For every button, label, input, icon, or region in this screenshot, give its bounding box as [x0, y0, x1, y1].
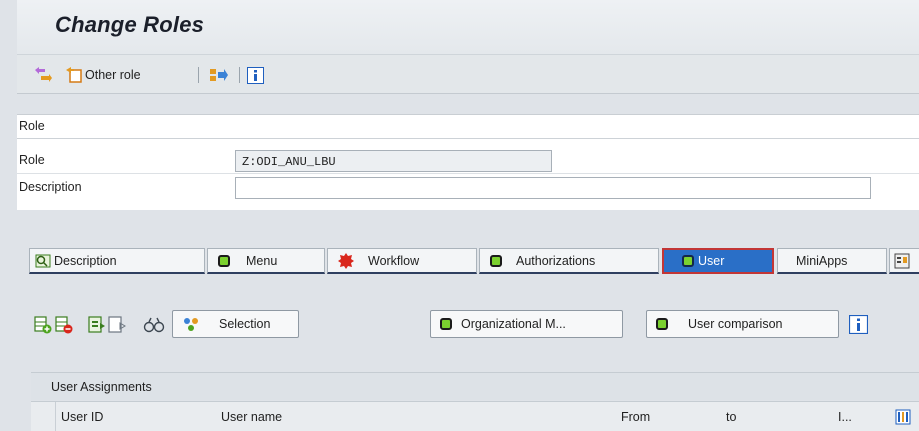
tab-miniapps-label: MiniApps	[796, 253, 848, 268]
info-icon	[247, 66, 264, 84]
role-row: Role Z:ODI_ANU_LBU	[17, 148, 919, 174]
description-icon	[35, 254, 51, 267]
organizational-management-label: Organizational M...	[461, 317, 566, 331]
tab-menu[interactable]: Menu	[207, 248, 325, 274]
tab-workflow-label: Workflow	[368, 253, 420, 268]
info-button[interactable]	[247, 65, 264, 85]
grid-header-row: User ID User name From to I...	[31, 401, 919, 431]
selection-icon	[184, 318, 198, 331]
display-change-icon	[35, 67, 52, 82]
role-field[interactable]: Z:ODI_ANU_LBU	[235, 150, 552, 172]
info-icon[interactable]	[849, 315, 868, 334]
insert-row-icon[interactable]	[34, 315, 52, 335]
other-role-button[interactable]: Other role	[65, 65, 141, 85]
description-field[interactable]	[235, 177, 871, 199]
tab-list-icon	[894, 253, 910, 268]
tab-authorizations-label: Authorizations	[516, 253, 596, 268]
transport-icon	[210, 69, 228, 81]
tab-description-label: Description	[54, 253, 117, 268]
role-section-header: Role	[17, 115, 919, 139]
column-header-user-id[interactable]: User ID	[61, 410, 103, 424]
role-label: Role	[19, 153, 45, 167]
tab-user-label: User	[698, 254, 725, 268]
organizational-management-button[interactable]: Organizational M...	[430, 310, 623, 338]
tab-description[interactable]: Description	[29, 248, 205, 274]
selection-button[interactable]: Selection	[172, 310, 299, 338]
column-header-user-name[interactable]: User name	[221, 410, 282, 424]
deselect-all-icon[interactable]	[108, 315, 126, 335]
delete-row-icon[interactable]	[55, 315, 73, 335]
tab-authorizations[interactable]: Authorizations	[479, 248, 659, 274]
select-all-icon[interactable]	[88, 315, 106, 335]
details-icon[interactable]	[143, 315, 165, 335]
transport-button[interactable]	[209, 65, 229, 85]
grid-title: User Assignments	[31, 372, 919, 400]
toolbar-separator	[239, 67, 240, 83]
other-role-icon	[66, 67, 82, 83]
tab-miniapps[interactable]: MiniApps	[777, 248, 887, 274]
status-red-icon	[338, 252, 354, 269]
tab-workflow[interactable]: Workflow	[327, 248, 477, 274]
status-green-icon	[218, 254, 230, 267]
status-green-icon	[682, 255, 694, 267]
title-bar: Change Roles	[17, 0, 919, 54]
tab-list-button[interactable]	[889, 248, 919, 274]
column-header-indicator[interactable]: I...	[838, 410, 852, 424]
tab-menu-label: Menu	[246, 253, 278, 268]
role-tabs: Description Menu Workflow Authorizations…	[17, 248, 919, 274]
description-row: Description	[17, 175, 919, 201]
application-toolbar: Other role	[17, 54, 919, 94]
status-green-icon	[656, 318, 668, 330]
user-comparison-label: User comparison	[688, 317, 783, 331]
status-green-icon	[490, 254, 502, 267]
user-comparison-button[interactable]: User comparison	[646, 310, 839, 338]
selection-label: Selection	[219, 317, 271, 331]
display-change-button[interactable]	[33, 65, 53, 85]
user-assignments-grid: User Assignments User ID User name From …	[17, 372, 919, 431]
role-panel: Role Role Z:ODI_ANU_LBU Description	[17, 114, 919, 210]
toolbar-separator	[198, 67, 199, 83]
column-header-to[interactable]: to	[726, 410, 736, 424]
column-header-from[interactable]: From	[621, 410, 650, 424]
tab-user[interactable]: User	[662, 248, 774, 274]
status-green-icon	[440, 318, 452, 330]
column-settings-icon[interactable]	[895, 409, 911, 425]
page-title: Change Roles	[55, 12, 205, 37]
other-role-label: Other role	[85, 68, 141, 82]
description-label: Description	[19, 180, 82, 194]
column-separator	[55, 402, 56, 431]
